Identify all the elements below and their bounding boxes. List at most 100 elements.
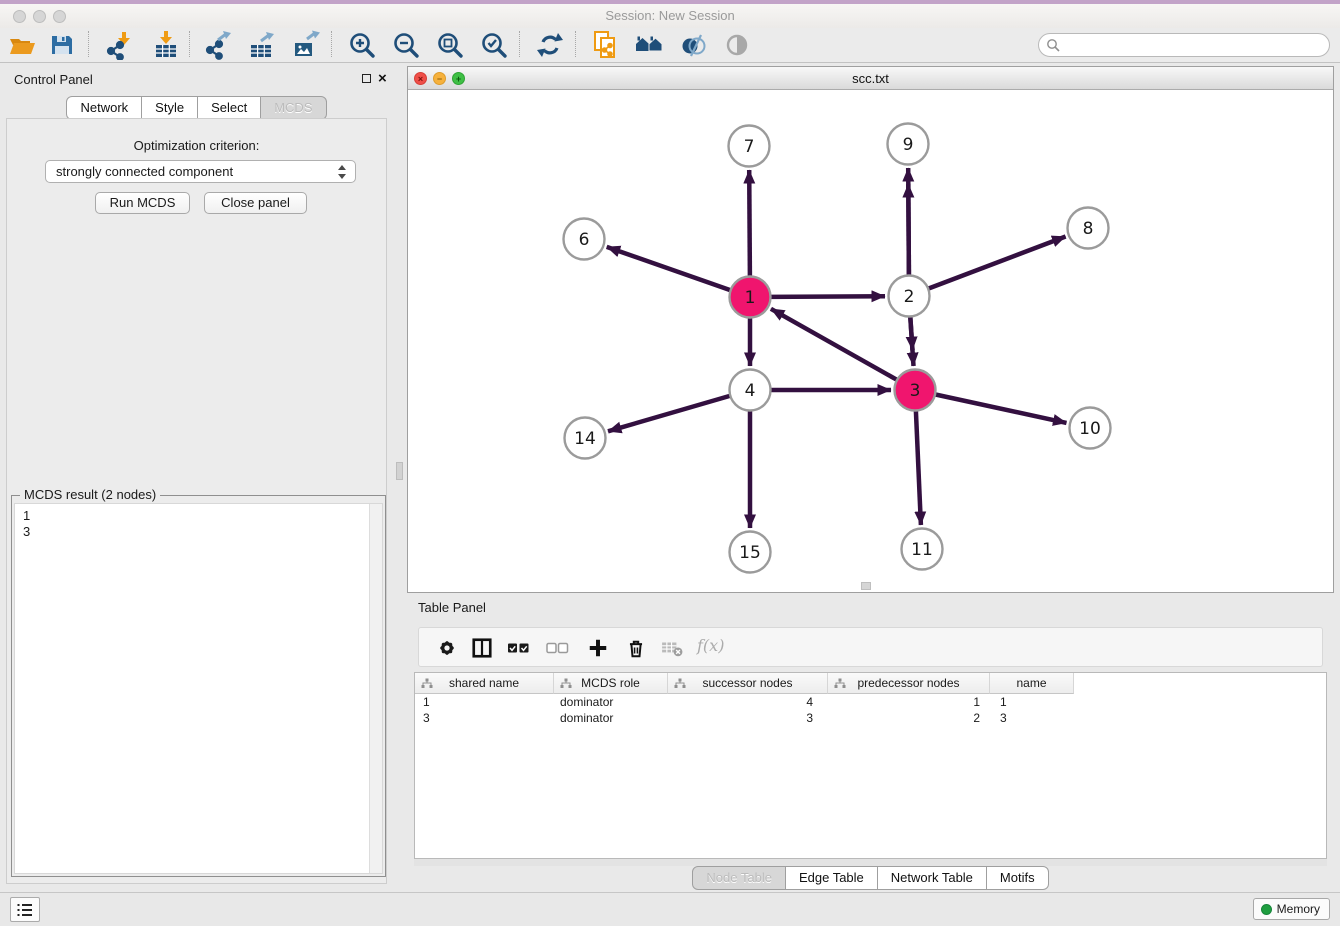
control-panel-close-icon[interactable]: × [378, 72, 387, 86]
zoom-in-icon[interactable] [347, 30, 377, 60]
search-field[interactable] [1038, 33, 1330, 57]
deselect-all-icon[interactable] [546, 637, 572, 659]
toolbar-separator [519, 31, 520, 57]
svg-text:9: 9 [903, 135, 914, 155]
edge-2-9-dup[interactable] [908, 184, 909, 275]
table-toolbar: f(x) [418, 627, 1323, 667]
mcds-result-area[interactable]: 13 [14, 503, 383, 874]
table-cell[interactable]: 3 [415, 710, 554, 726]
table-tab-network-table[interactable]: Network Table [878, 866, 987, 890]
table-cell[interactable]: 3 [668, 710, 828, 726]
network-window-title: scc.txt [408, 71, 1333, 86]
svg-text:11: 11 [911, 540, 933, 560]
edge-1-2[interactable] [771, 296, 885, 297]
tab-mcds[interactable]: MCDS [261, 96, 326, 120]
select-all-icon[interactable] [507, 637, 533, 659]
control-panel-title: Control Panel [14, 72, 93, 87]
close-panel-button[interactable]: Close panel [204, 192, 307, 214]
tab-network[interactable]: Network [66, 96, 142, 120]
table-cell[interactable]: dominator [554, 710, 668, 726]
zoom-fit-icon[interactable] [435, 30, 465, 60]
svg-text:2: 2 [904, 287, 915, 307]
table-cell[interactable]: 3 [990, 710, 1074, 726]
node-table[interactable]: shared name MCDS rolesuccessor nodesprede… [414, 672, 1327, 859]
settings-gear-icon[interactable] [436, 637, 458, 659]
export-table-icon[interactable] [247, 30, 277, 60]
network-from-file-icon[interactable] [590, 30, 620, 60]
export-network-icon[interactable] [203, 30, 233, 60]
svg-text:10: 10 [1079, 419, 1101, 439]
table-cell[interactable]: 1 [415, 694, 554, 710]
home-icon[interactable] [634, 30, 664, 60]
table-tab-motifs[interactable]: Motifs [987, 866, 1049, 890]
table-cell[interactable]: 1 [990, 694, 1074, 710]
table-tab-node-table[interactable]: Node Table [692, 866, 786, 890]
column-header-successor-nodes[interactable]: successor nodes [668, 673, 828, 694]
node-10[interactable]: 10 [1070, 408, 1111, 449]
node-15[interactable]: 15 [730, 532, 771, 573]
column-header-name[interactable]: name [990, 673, 1074, 694]
column-header-MCDS-role[interactable]: MCDS role [554, 673, 668, 694]
node-4[interactable]: 4 [730, 370, 771, 411]
tab-style[interactable]: Style [142, 96, 198, 120]
result-scrollbar[interactable] [369, 504, 382, 873]
zoom-selected-icon[interactable] [479, 30, 509, 60]
toolbar-separator [88, 31, 89, 57]
table-cell[interactable]: 2 [828, 710, 990, 726]
edge-3-11[interactable] [916, 411, 921, 525]
node-11[interactable]: 11 [902, 529, 943, 570]
window-title: Session: New Session [0, 8, 1340, 23]
node-6[interactable]: 6 [564, 219, 605, 260]
canvas-scroll-thumb[interactable] [861, 582, 871, 590]
search-input[interactable] [1065, 36, 1324, 56]
tab-select[interactable]: Select [198, 96, 261, 120]
run-mcds-button[interactable]: Run MCDS [95, 192, 190, 214]
column-header-shared-name[interactable]: shared name [415, 673, 554, 694]
delete-icon[interactable] [625, 637, 647, 659]
table-hscroll-area[interactable] [414, 859, 1327, 866]
delete-table-icon[interactable] [661, 637, 683, 659]
node-3[interactable]: 3 [895, 370, 936, 411]
node-7[interactable]: 7 [729, 126, 770, 167]
import-network-icon[interactable] [104, 30, 134, 60]
table-cell[interactable]: 1 [828, 694, 990, 710]
table-cell[interactable]: dominator [554, 694, 668, 710]
edge-1-6[interactable] [607, 247, 731, 290]
table-tab-edge-table[interactable]: Edge Table [786, 866, 878, 890]
optimization-criterion-dropdown[interactable]: strongly connected component [45, 160, 356, 183]
column-header-predecessor-nodes[interactable]: predecessor nodes [828, 673, 990, 694]
export-image-icon[interactable] [291, 30, 321, 60]
edge-3-10[interactable] [936, 395, 1067, 423]
table-cell[interactable]: 4 [668, 694, 828, 710]
node-8[interactable]: 8 [1068, 208, 1109, 249]
node-14[interactable]: 14 [565, 418, 606, 459]
zoom-out-icon[interactable] [391, 30, 421, 60]
table-row[interactable]: 1dominator411 [415, 694, 1326, 710]
visual-styles-icon[interactable] [678, 30, 708, 60]
edge-2-3-dup[interactable] [910, 317, 912, 350]
main-toolbar [0, 28, 1340, 63]
save-session-icon[interactable] [47, 30, 77, 60]
network-canvas[interactable]: 7 9 6 8 1 2 4 3 14 10 15 11 [408, 90, 1333, 592]
panel-splitter-handle[interactable] [396, 462, 403, 480]
result-line: 1 [23, 508, 30, 524]
edge-2-8[interactable] [929, 237, 1066, 289]
node-2[interactable]: 2 [889, 276, 930, 317]
table-row[interactable]: 3dominator323 [415, 710, 1326, 726]
import-table-icon[interactable] [151, 30, 181, 60]
edge-1-7[interactable] [749, 170, 750, 276]
task-history-button[interactable] [10, 897, 40, 922]
edge-3-1[interactable] [771, 309, 897, 380]
control-panel-float-icon[interactable] [362, 74, 371, 83]
node-1[interactable]: 1 [730, 277, 771, 318]
column-label: shared name [449, 676, 519, 690]
node-9[interactable]: 9 [888, 124, 929, 165]
apply-layout-icon[interactable] [535, 30, 565, 60]
add-icon[interactable] [587, 637, 609, 659]
open-file-icon[interactable] [7, 30, 37, 60]
network-window-titlebar[interactable]: × − + scc.txt [408, 67, 1333, 90]
insert-column-icon[interactable] [471, 637, 493, 659]
memory-button[interactable]: Memory [1253, 898, 1330, 920]
show-graphics-details-icon[interactable] [722, 30, 752, 60]
edge-4-14[interactable] [608, 396, 730, 431]
